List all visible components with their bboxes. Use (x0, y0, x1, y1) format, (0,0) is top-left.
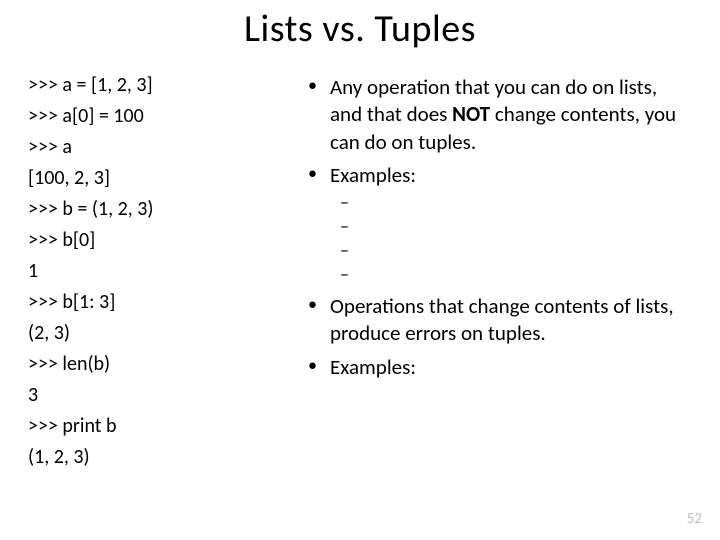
slide-title: Lists vs. Tuples (0, 6, 720, 52)
bullet-text: Examples: (330, 162, 416, 188)
bullet-item: Any operation that you can do on lists, … (300, 74, 690, 156)
sub-bullet-item (330, 215, 690, 239)
page-number: 52 (687, 510, 702, 528)
code-line: [100, 2, 3] (28, 163, 228, 194)
code-line: (1, 2, 3) (28, 442, 228, 473)
sub-bullet-item (330, 239, 690, 263)
bullet-list: Any operation that you can do on lists, … (300, 74, 690, 381)
code-line: >>> a = [1, 2, 3] (28, 70, 228, 101)
code-line: >>> b[1: 3] (28, 287, 228, 318)
code-line: >>> print b (28, 411, 228, 442)
code-line: (2, 3) (28, 318, 228, 349)
code-line: >>> a (28, 132, 228, 163)
sub-bullet-item (330, 191, 690, 215)
code-line: >>> b = (1, 2, 3) (28, 194, 228, 225)
code-column: >>> a = [1, 2, 3] >>> a[0] = 100 >>> a [… (28, 70, 228, 473)
code-line: >>> b[0] (28, 225, 228, 256)
code-line: 3 (28, 380, 228, 411)
bullet-text: Examples: (330, 354, 416, 380)
code-line: >>> len(b) (28, 349, 228, 380)
bullet-bold: NOT (452, 101, 490, 127)
bullet-text: Operations that change contents of lists… (330, 293, 674, 346)
sub-bullet-item (330, 263, 690, 287)
code-line: >>> a[0] = 100 (28, 101, 228, 132)
slide: Lists vs. Tuples >>> a = [1, 2, 3] >>> a… (0, 0, 720, 540)
bullet-item: Examples: (300, 162, 690, 287)
bullets-column: Any operation that you can do on lists, … (300, 74, 690, 387)
sub-bullet-list (330, 191, 690, 287)
bullet-item: Examples: (300, 354, 690, 381)
bullet-item: Operations that change contents of lists… (300, 293, 690, 348)
code-line: 1 (28, 256, 228, 287)
